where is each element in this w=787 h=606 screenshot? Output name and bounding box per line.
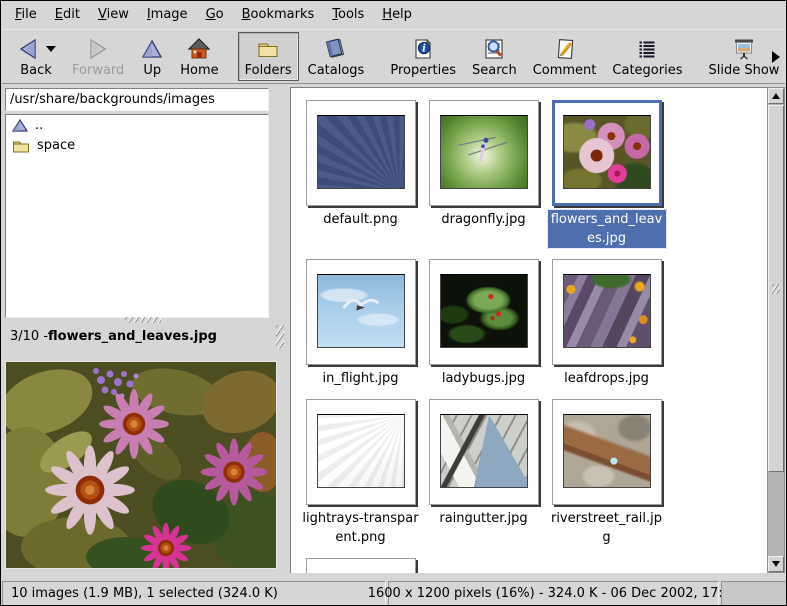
menu-tools[interactable]: Tools — [323, 1, 373, 29]
svg-text:i: i — [422, 43, 426, 54]
home-icon — [187, 37, 211, 61]
thumbnail-label: leafdrops.jpg — [564, 369, 649, 388]
thumbnail-image — [563, 414, 651, 488]
menu-image[interactable]: Image — [138, 1, 197, 29]
thumbnail-partial[interactable] — [299, 558, 422, 573]
thumbnail-image — [317, 115, 405, 189]
menu-view[interactable]: View — [89, 1, 138, 29]
folder-icon — [12, 139, 30, 153]
thumbnail-label: in_flight.jpg — [323, 369, 399, 388]
scroll-up-button[interactable] — [768, 88, 784, 104]
categories-icon — [635, 37, 659, 61]
thumbnail-label: flowers_and_leaves.jpg — [548, 210, 666, 248]
menu-go[interactable]: Go — [197, 1, 233, 29]
comment-icon — [553, 37, 577, 61]
thumbnail-image — [317, 274, 405, 348]
catalogs-icon — [323, 37, 349, 61]
thumbnail-label: lightrays-transparent.png — [302, 509, 420, 547]
preview-image — [6, 362, 276, 568]
catalogs-button[interactable]: Catalogs — [301, 32, 372, 81]
menu-file[interactable]: File — [6, 1, 46, 29]
dragonfly-shape — [441, 116, 527, 188]
forward-icon — [86, 37, 110, 61]
slideshow-icon — [731, 37, 757, 61]
statusbar: 10 images (1.9 MB), 1 selected (324.0 K)… — [2, 581, 787, 606]
thumbnail-label: riverstreet_rail.jpg — [548, 509, 666, 547]
folder-item-parent[interactable]: .. — [6, 115, 268, 135]
vertical-scrollbar[interactable] — [767, 87, 785, 573]
back-icon — [16, 37, 40, 61]
thumbnail-image — [440, 274, 528, 348]
browser-selection-status: 3/10 - flowers_and_leaves.jpg — [2, 323, 285, 349]
thumbnail-grid: default.png dragonfly.jpg — [291, 88, 767, 573]
folders-icon — [255, 37, 281, 61]
vertical-pane-handle[interactable] — [276, 325, 284, 349]
properties-icon: i — [411, 37, 435, 61]
thumbnail-label: raingutter.jpg — [439, 509, 527, 528]
thumbnail-dragonfly[interactable]: dragonfly.jpg — [422, 100, 545, 248]
thumbnail-panel: default.png dragonfly.jpg — [290, 87, 767, 573]
menubar: File Edit View Image Go Bookmarks Tools … — [2, 1, 785, 30]
statusbar-file-count: 10 images (1.9 MB), 1 selected (324.0 K) — [2, 581, 386, 606]
thumbnail-flowers-and-leaves[interactable]: flowers_and_leaves.jpg — [545, 100, 668, 248]
statusbar-image-info: 1600 x 1200 pixels (16%) - 324.0 K - 06 … — [388, 581, 719, 606]
categories-button[interactable]: Categories — [605, 32, 689, 81]
menu-bookmarks[interactable]: Bookmarks — [233, 1, 324, 29]
search-icon — [482, 37, 506, 61]
up-dir-icon — [12, 119, 28, 133]
app-window: File Edit View Image Go Bookmarks Tools … — [0, 0, 787, 606]
thumbnail-image — [563, 115, 651, 189]
forward-button: Forward — [65, 32, 131, 81]
thumbnail-image — [440, 115, 528, 189]
back-button[interactable]: Back — [9, 32, 63, 81]
folder-item-space[interactable]: space — [6, 135, 268, 155]
folders-button[interactable]: Folders — [238, 32, 299, 81]
sidebar: .. space 3/10 - flowers_and_leaves.jpg — [2, 84, 285, 581]
thumbnail-lightrays[interactable]: lightrays-transparent.png — [299, 399, 422, 547]
statusbar-right-segment — [721, 581, 787, 606]
location-input[interactable] — [5, 88, 269, 111]
thumbnail-image — [440, 414, 528, 488]
preview-pane — [5, 361, 277, 569]
up-arrow-icon — [772, 93, 780, 99]
menu-edit[interactable]: Edit — [46, 1, 89, 29]
up-icon — [140, 37, 164, 61]
back-dropdown-arrow-icon[interactable] — [46, 46, 56, 52]
comment-button[interactable]: Comment — [526, 32, 604, 81]
thumbnail-image — [317, 414, 405, 488]
thumbnail-raingutter[interactable]: raingutter.jpg — [422, 399, 545, 547]
thumbnail-default[interactable]: default.png — [299, 100, 422, 248]
thumbnail-label: dragonfly.jpg — [441, 210, 525, 229]
search-button[interactable]: Search — [465, 32, 524, 81]
thumbnail-ladybugs[interactable]: ladybugs.jpg — [422, 259, 545, 388]
scroll-down-button[interactable] — [768, 556, 784, 572]
thumbnail-image — [563, 274, 651, 348]
thumbnail-in-flight[interactable]: in_flight.jpg — [299, 259, 422, 388]
thumbnail-leafdrops[interactable]: leafdrops.jpg — [545, 259, 668, 388]
folder-list: .. space — [5, 114, 269, 318]
scrollbar-thumb[interactable] — [768, 105, 784, 472]
gull-shape — [318, 275, 404, 347]
thumbnail-riverstreet-rail[interactable]: riverstreet_rail.jpg — [545, 399, 668, 547]
properties-button[interactable]: i Properties — [383, 32, 463, 81]
down-arrow-icon — [772, 561, 780, 567]
toolbar-overflow-arrow-icon[interactable] — [772, 51, 780, 63]
thumbnail-label: default.png — [323, 210, 398, 229]
toolbar: Back Forward Up — [2, 30, 785, 84]
thumbnail-label: ladybugs.jpg — [442, 369, 525, 388]
menu-help[interactable]: Help — [373, 1, 421, 29]
up-button[interactable]: Up — [133, 32, 171, 81]
home-button[interactable]: Home — [173, 32, 225, 81]
